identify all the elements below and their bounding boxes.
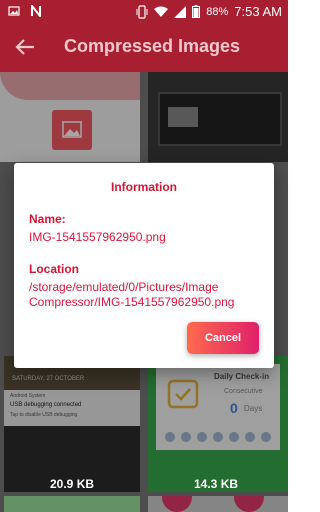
cancel-button[interactable]: Cancel	[187, 322, 259, 354]
name-label: Name:	[29, 212, 66, 226]
page-title: Compressed Images	[64, 36, 241, 56]
information-dialog: Information Name: IMG-1541557962950.png …	[14, 163, 274, 368]
back-arrow-icon[interactable]	[14, 36, 36, 58]
status-bar: 88% 7:53 AM	[0, 0, 288, 24]
n-app-notification-icon	[31, 5, 41, 17]
wifi-icon	[154, 6, 169, 17]
image-size-label: 14.3 KB	[194, 477, 239, 491]
system-status-icons: 88% 7:53 AM	[136, 4, 282, 19]
battery-icon	[192, 5, 201, 18]
dialog-title: Information	[111, 180, 177, 194]
image-notification-icon	[8, 6, 20, 16]
image-size-label: 20.9 KB	[50, 477, 95, 491]
notification-icons	[8, 5, 42, 17]
app-bar: Compressed Images	[0, 24, 288, 72]
vibrate-icon	[136, 4, 148, 19]
battery-percent: 88%	[206, 5, 229, 18]
clock: 7:53 AM	[234, 4, 282, 19]
location-value: /storage/emulated/0/Pictures/Image Compr…	[29, 280, 235, 309]
name-value: IMG-1541557962950.png	[29, 230, 166, 244]
location-label: Location	[29, 262, 79, 276]
signal-icon	[174, 5, 187, 18]
